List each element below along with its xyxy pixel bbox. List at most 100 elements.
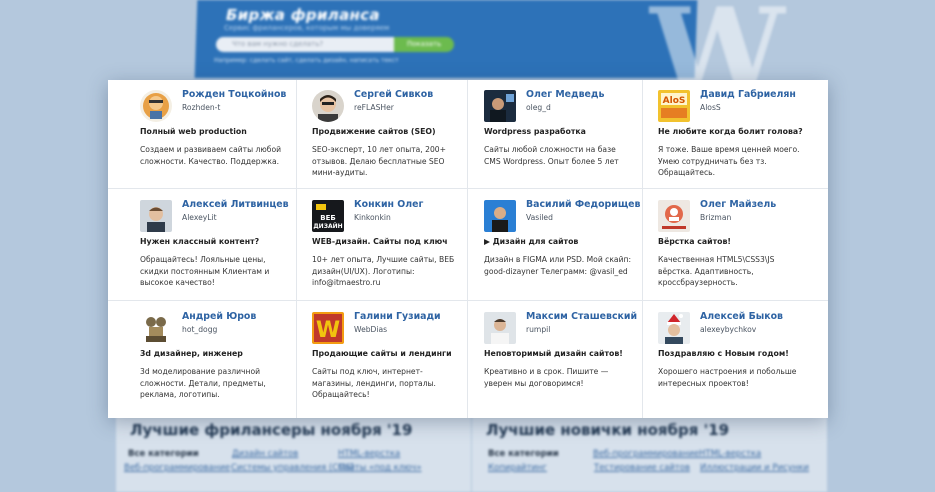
avatar[interactable] (484, 200, 516, 232)
freelancer-description: Сайты любой сложности на базе CMS Wordpr… (484, 145, 619, 166)
freelancer-description: Дизайн в FIGMA или PSD. Мой скайп: good-… (484, 255, 632, 276)
freelancer-headline: Вёрстка сайтов! (658, 237, 731, 246)
avatar[interactable] (140, 312, 172, 344)
freelancer-card[interactable]: ВЕБ ДИЗАЙН Конкин Олег Kinkonkin WEB-диза… (298, 190, 470, 300)
avatar[interactable] (658, 312, 690, 344)
left-link-all[interactable]: Все категории (128, 449, 199, 459)
freelancer-headline: WEB-дизайн. Сайты под ключ (312, 237, 448, 246)
freelancer-name[interactable]: Максим Сташевский (526, 311, 637, 322)
freelancer-grid: Рожден Тоцкойнов Rozhden-t Полный web pr… (108, 80, 828, 418)
freelancer-description: 10+ лет опыта, Лучшие сайты, ВЕБ дизайн(… (312, 255, 455, 288)
right-link-5[interactable]: Иллюстрации и Рисунки (700, 463, 809, 473)
grid-divider (642, 80, 643, 418)
left-link-5[interactable]: Сайты «под ключ» (338, 463, 422, 473)
freelancer-card[interactable]: Василий Федорищев Vasiled ▶ Дизайн для с… (470, 190, 642, 300)
left-link-1[interactable]: Дизайн сайтов (232, 449, 298, 459)
freelancer-login: AlosS (700, 103, 721, 112)
right-link-3[interactable]: Копирайтинг (488, 463, 547, 473)
svg-text:AloS: AloS (663, 96, 686, 106)
freelancer-headline: Нужен классный контент? (140, 237, 260, 246)
freelancer-description: Сайты под ключ, интернет-магазины, ленди… (312, 367, 436, 400)
freelancer-name[interactable]: Галини Гузиади (354, 311, 441, 322)
freelancer-name[interactable]: Алексей Быков (700, 311, 783, 322)
freelancer-description: Создаем и развиваем сайты любой сложност… (140, 145, 282, 166)
freelancer-description: SEO-эксперт, 10 лет опыта, 200+ отзывов.… (312, 145, 446, 178)
right-link-all[interactable]: Все категории (488, 449, 559, 459)
freelancer-card[interactable]: Алексей Литвинцев AlexeyLit Нужен классн… (126, 190, 298, 300)
freelancer-login: AlexeyLit (182, 213, 217, 222)
avatar[interactable]: AloS (658, 90, 690, 122)
freelancer-name[interactable]: Рожден Тоцкойнов (182, 89, 286, 100)
freelancer-card[interactable]: Олег Медведь oleg_d Wordpress разработка… (470, 80, 642, 188)
freelancer-card[interactable]: Максим Сташевский rumpil Неповторимый ди… (470, 302, 642, 418)
freelancer-name[interactable]: Олег Медведь (526, 89, 604, 100)
right-link-2[interactable]: HTML-верстка (699, 449, 761, 459)
freelancer-headline: 3d дизайнер, инженер (140, 349, 243, 358)
top-freelancers-card: Рожден Тоцкойнов Rozhden-t Полный web pr… (108, 80, 828, 418)
freelancer-card[interactable]: AloS Давид Габриелян AlosS Не любите ког… (644, 80, 816, 188)
freelancer-headline: Wordpress разработка (484, 127, 586, 136)
hero-title: Биржа фриланса (226, 6, 380, 24)
freelancer-name[interactable]: Алексей Литвинцев (182, 199, 289, 210)
freelancer-headline: Поздравляю с Новым годом! (658, 349, 789, 358)
freelancer-card[interactable]: Олег Майзель Brizman Вёрстка сайтов! Кач… (644, 190, 816, 300)
freelancer-description: Креативно и в срок. Пишите — уверен мы д… (484, 367, 609, 388)
freelancer-login: oleg_d (526, 103, 551, 112)
freelancer-name[interactable]: Андрей Юров (182, 311, 256, 322)
freelancer-login: Vasiled (526, 213, 553, 222)
svg-text:ВЕБ: ВЕБ (320, 214, 335, 222)
left-link-3[interactable]: Веб-программирование (124, 463, 230, 473)
avatar[interactable]: W (312, 312, 344, 344)
avatar[interactable] (140, 200, 172, 232)
freelancer-headline: Продвижение сайтов (SEO) (312, 127, 436, 136)
svg-text:W: W (316, 318, 340, 343)
freelancer-name[interactable]: Давид Габриелян (700, 89, 796, 100)
freelancer-card[interactable]: Рожден Тоцкойнов Rozhden-t Полный web pr… (126, 80, 298, 188)
freelancer-name[interactable]: Конкин Олег (354, 199, 423, 210)
hero-subtitle: Сервис фрилансеров, которым мы доверяем (224, 24, 390, 32)
freelancer-description: Обращайтесь! Лояльные цены, скидки посто… (140, 255, 270, 288)
left-link-4[interactable]: Системы управления (CMS) (231, 463, 354, 473)
freelancer-headline: Не любите когда болит голова? (658, 127, 803, 136)
freelancer-headline: Неповторимый дизайн сайтов! (484, 349, 623, 358)
freelancer-card[interactable]: Сергей Сивков reFLASHer Продвижение сайт… (298, 80, 470, 188)
avatar[interactable] (484, 90, 516, 122)
grid-divider (108, 188, 828, 189)
avatar[interactable] (140, 90, 172, 122)
lower-right-title: Лучшие новички ноября '19 (486, 421, 730, 439)
freelancer-description: Я тоже. Ваше время ценней моего. Умею со… (658, 145, 800, 178)
lower-left-title: Лучшие фрилансеры ноября '19 (130, 421, 413, 439)
freelancer-headline: ▶ Дизайн для сайтов (484, 237, 579, 246)
avatar[interactable] (658, 200, 690, 232)
freelancer-headline: Продающие сайты и лендинги (312, 349, 452, 358)
freelancer-card[interactable]: Андрей Юров hot_dogg 3d дизайнер, инжене… (126, 302, 298, 418)
freelancer-headline: Полный web production (140, 127, 247, 136)
freelancer-name[interactable]: Олег Майзель (700, 199, 776, 210)
svg-text:ДИЗАЙН: ДИЗАЙН (313, 222, 342, 230)
freelancer-login: WebDias (354, 325, 388, 334)
freelancer-description: Качественная HTML5\CSS3\JS вёрстка. Адап… (658, 255, 775, 288)
hero-search-button[interactable]: Показать (394, 37, 454, 52)
right-link-1[interactable]: Веб-программирование (593, 449, 699, 459)
hero-hint: Например: сделать сайт, сделать дизайн, … (214, 57, 399, 64)
right-link-4[interactable]: Тестирование сайтов (594, 463, 690, 473)
hero-search-placeholder: Что вам нужно сделать? (232, 40, 324, 48)
freelancer-login: alexeybychkov (700, 325, 757, 334)
freelancer-login: Kinkonkin (354, 213, 391, 222)
freelancer-login: Rozhden-t (182, 103, 221, 112)
freelancer-login: reFLASHer (354, 103, 394, 112)
freelancer-description: 3d моделирование различной сложности. Де… (140, 367, 266, 400)
avatar[interactable]: ВЕБ ДИЗАЙН (312, 200, 344, 232)
avatar[interactable] (312, 90, 344, 122)
freelancer-login: Brizman (700, 213, 732, 222)
freelancer-card[interactable]: Алексей Быков alexeybychkov Поздравляю с… (644, 302, 816, 418)
freelancer-description: Хорошего настроения и побольше интересны… (658, 367, 797, 388)
freelancer-card[interactable]: W Галини Гузиади WebDias Продающие сайты… (298, 302, 470, 418)
left-link-2[interactable]: HTML-верстка (338, 449, 400, 459)
freelancer-name[interactable]: Сергей Сивков (354, 89, 433, 100)
grid-divider (108, 300, 828, 301)
avatar[interactable] (484, 312, 516, 344)
freelancer-name[interactable]: Василий Федорищев (526, 199, 640, 210)
freelancer-login: rumpil (526, 325, 551, 334)
freelancer-login: hot_dogg (182, 325, 218, 334)
